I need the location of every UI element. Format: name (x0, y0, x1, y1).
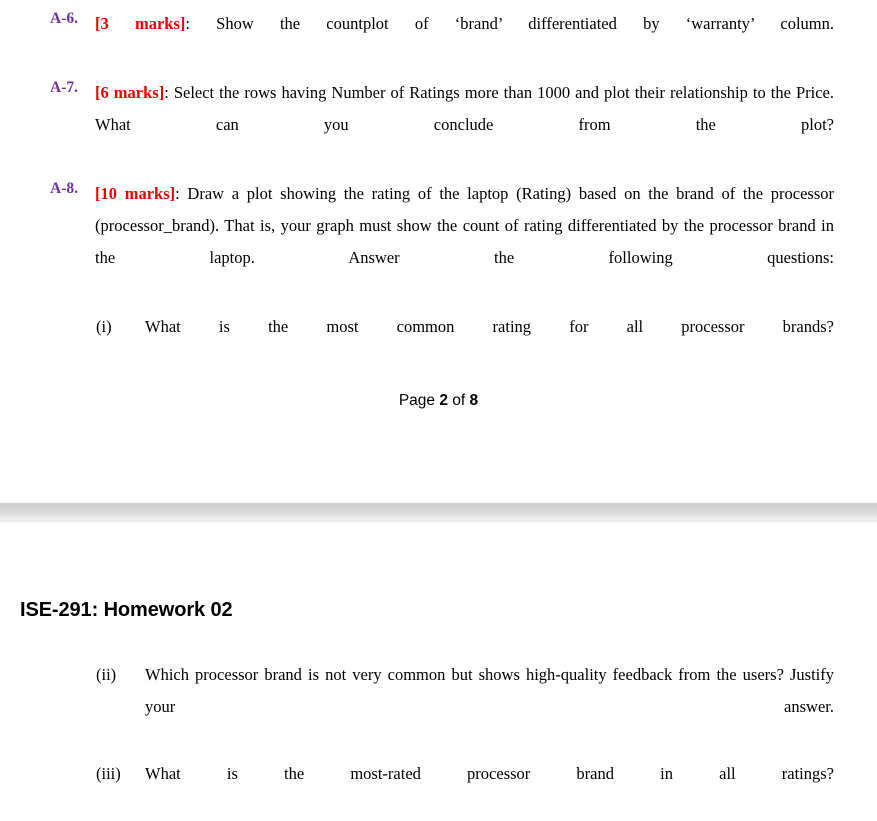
question-item-a7: A-7. [6 marks]: Select the rows having N… (0, 77, 877, 172)
page-footer: Page 2 of 8 (0, 392, 877, 410)
subquestion-label-i: (i) (96, 317, 112, 337)
question-text-a8: : Draw a plot showing the rating of the … (95, 184, 834, 267)
document-header-title: ISE-291: Homework 02 (20, 599, 233, 621)
question-text-a7: : Select the rows having Number of Ratin… (95, 83, 834, 135)
document-page-2: ISE-291: Homework 02 (ii) Which processo… (0, 524, 877, 783)
question-body-a6: [3 marks]: Show the countplot of ‘brand’… (95, 8, 834, 71)
question-body-a8: [10 marks]: Draw a plot showing the rati… (95, 178, 834, 305)
subquestion-text-i: What is the most common rating for all p… (145, 317, 834, 337)
subquestion-text-iii: What is the most-rated processor brand i… (145, 764, 834, 784)
document-page-1: A-6. [3 marks]: Show the countplot of ‘b… (0, 0, 877, 502)
question-marks-a8: [10 marks] (95, 184, 176, 204)
question-marks-a7: [6 marks] (95, 83, 165, 103)
footer-of-word: of (452, 392, 466, 409)
subquestion-item-i: (i) What is the most common rating for a… (0, 311, 877, 374)
question-label-a6: A-6. (50, 10, 78, 27)
subquestion-item-ii: (ii) Which processor brand is not very c… (0, 659, 877, 754)
question-item-a6: A-6. [3 marks]: Show the countplot of ‘b… (0, 8, 877, 71)
question-label-a7: A-7. (50, 79, 78, 97)
page-break-divider (0, 502, 877, 524)
question-item-a8: A-8. [10 marks]: Draw a plot showing the… (0, 178, 877, 305)
question-text-a6: : Show the countplot of ‘brand’ differen… (185, 14, 834, 33)
question-marks-a6: [3 marks] (95, 14, 186, 33)
header-spacer (0, 622, 877, 659)
subquestion-label-ii: (ii) (96, 665, 117, 684)
question-body-a7: [6 marks]: Select the rows having Number… (95, 77, 834, 172)
footer-total-pages: 8 (469, 392, 479, 409)
subquestion-text-ii: Which processor brand is not very common… (145, 665, 834, 716)
subquestion-item-iii: (iii) What is the most-rated processor b… (0, 758, 877, 821)
question-label-a8: A-8. (50, 180, 78, 198)
footer-current-page: 2 (439, 392, 448, 409)
footer-page-word: Page (398, 392, 436, 409)
